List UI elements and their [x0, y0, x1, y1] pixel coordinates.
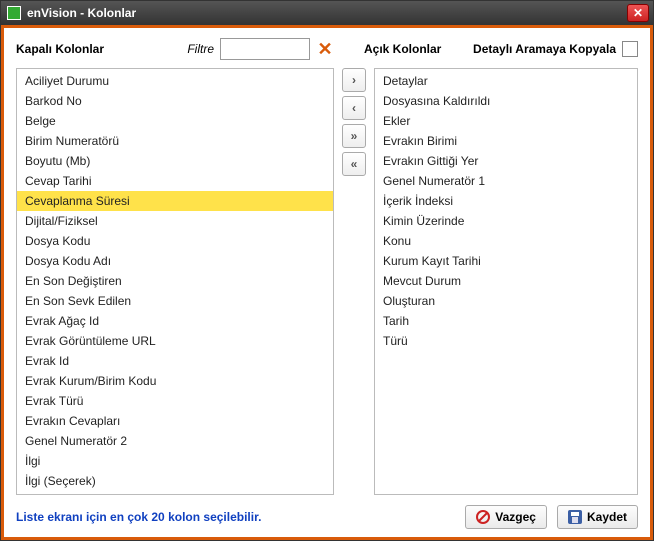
titlebar: enVision - Kolonlar ✕ — [1, 1, 653, 25]
list-item[interactable]: Tarih — [375, 311, 637, 331]
list-item[interactable]: En Son Sevk Edilen — [17, 291, 333, 311]
list-item[interactable]: Cevaplanma Süresi — [17, 191, 333, 211]
list-item[interactable]: Konu — [375, 231, 637, 251]
list-item[interactable]: Genel Numeratör 2 — [17, 431, 333, 451]
list-item[interactable]: Aciliyet Durumu — [17, 71, 333, 91]
window-title: enVision - Kolonlar — [27, 6, 627, 20]
filter-label: Filtre — [187, 42, 214, 56]
list-item[interactable]: Evrakın Birimi — [375, 131, 637, 151]
move-all-left-button[interactable]: « — [342, 152, 366, 176]
list-item[interactable]: Evrak Türü — [17, 391, 333, 411]
list-item[interactable]: Evrakın Gittiği Yer — [375, 151, 637, 171]
list-item[interactable]: Evrak Ağaç Id — [17, 311, 333, 331]
list-item[interactable]: Kimin Üzerinde — [375, 211, 637, 231]
save-button[interactable]: Kaydet — [557, 505, 638, 529]
list-item[interactable]: Cevap Tarihi — [17, 171, 333, 191]
list-item[interactable]: En Son Değiştiren — [17, 271, 333, 291]
list-item[interactable]: Dosya Kodu Adı — [17, 251, 333, 271]
cancel-label: Vazgeç — [495, 510, 536, 524]
list-item[interactable]: Kurum Kayıt Tarihi — [375, 251, 637, 271]
list-item[interactable]: Birim Numeratörü — [17, 131, 333, 151]
list-item[interactable]: Genel Numeratör 1 — [375, 171, 637, 191]
list-item[interactable]: İlgi (Seçerek) — [17, 471, 333, 491]
move-right-button[interactable]: › — [342, 68, 366, 92]
copy-to-search-checkbox[interactable] — [622, 41, 638, 57]
clear-icon: ✕ — [317, 39, 332, 60]
save-label: Kaydet — [587, 510, 627, 524]
list-item[interactable]: Barkod No — [17, 91, 333, 111]
list-item[interactable]: Evrakın Cevapları — [17, 411, 333, 431]
list-item[interactable]: Boyutu (Mb) — [17, 151, 333, 171]
list-item[interactable]: Ekler — [375, 111, 637, 131]
list-item[interactable]: İlgi — [17, 451, 333, 471]
app-icon — [7, 6, 21, 20]
open-columns-list[interactable]: DetaylarDosyasına KaldırıldıEklerEvrakın… — [374, 68, 638, 495]
filter-clear-button[interactable]: ✕ — [314, 38, 336, 60]
list-item[interactable]: Dosya Kodu — [17, 231, 333, 251]
closed-columns-label: Kapalı Kolonlar — [16, 42, 104, 56]
move-all-right-button[interactable]: » — [342, 124, 366, 148]
list-item[interactable]: Mevcut Durum — [375, 271, 637, 291]
list-item[interactable]: Detaylar — [375, 71, 637, 91]
list-item[interactable]: Belge — [17, 111, 333, 131]
save-icon — [568, 510, 582, 524]
closed-columns-list[interactable]: Aciliyet DurumuBarkod NoBelgeBirim Numer… — [16, 68, 334, 495]
footer-hint: Liste ekranı için en çok 20 kolon seçile… — [16, 510, 261, 524]
close-icon: ✕ — [633, 6, 643, 20]
list-item[interactable]: Evrak Id — [17, 351, 333, 371]
list-item[interactable]: Evrak Görüntüleme URL — [17, 331, 333, 351]
cancel-button[interactable]: Vazgeç — [465, 505, 547, 529]
list-item[interactable]: Dosyasına Kaldırıldı — [375, 91, 637, 111]
cancel-icon — [476, 510, 490, 524]
list-item[interactable]: Türü — [375, 331, 637, 351]
list-item[interactable]: Dijital/Fiziksel — [17, 211, 333, 231]
list-item[interactable]: İçerik İndeksi — [375, 191, 637, 211]
list-item[interactable]: Oluşturan — [375, 291, 637, 311]
move-left-button[interactable]: ‹ — [342, 96, 366, 120]
filter-input[interactable] — [220, 38, 310, 60]
copy-to-search-label: Detaylı Aramaya Kopyala — [473, 42, 616, 56]
list-item[interactable]: Evrak Kurum/Birim Kodu — [17, 371, 333, 391]
close-button[interactable]: ✕ — [627, 4, 649, 22]
open-columns-label: Açık Kolonlar — [364, 42, 441, 56]
